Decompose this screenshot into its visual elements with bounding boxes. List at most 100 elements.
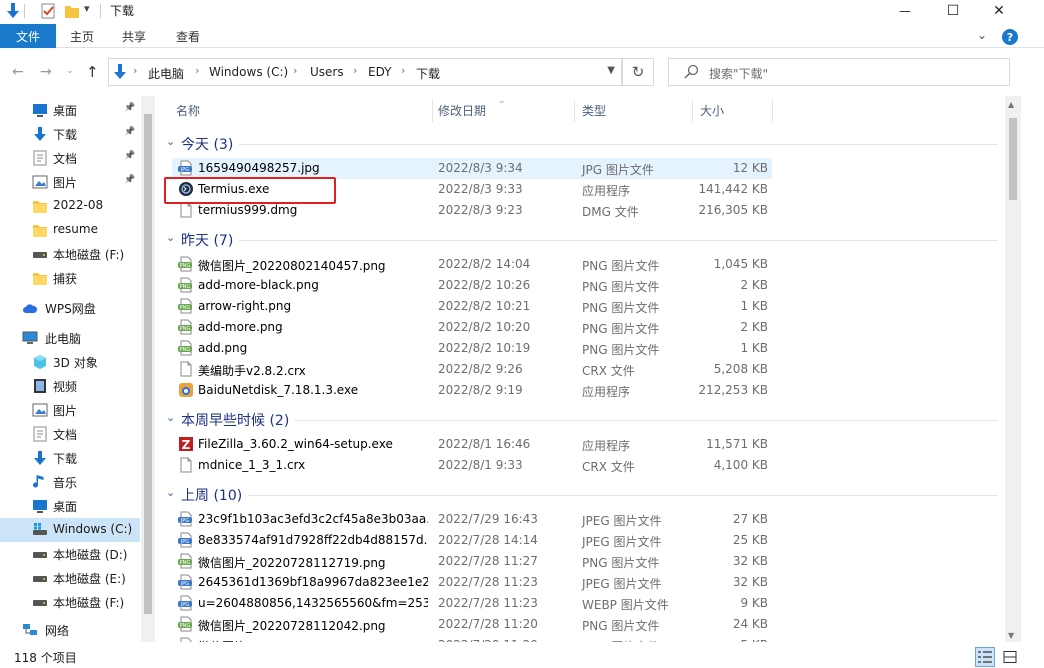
- file-row[interactable]: PNG add-more-black.png 2022/8/2 10:26 PNG 图…: [172, 275, 772, 296]
- file-row[interactable]: JPG u=2604880856,1432565560&fm=253... 2022…: [172, 593, 772, 614]
- nav-item[interactable]: 网络: [0, 618, 140, 642]
- breadcrumb-separator[interactable]: ›: [401, 64, 405, 77]
- nav-item[interactable]: 3D 对象: [0, 350, 140, 374]
- file-row[interactable]: 美编助手v2.8.2.crx 2022/8/2 9:26 CRX 文件 5,208 K…: [172, 359, 772, 380]
- details-view-button[interactable]: [975, 647, 995, 667]
- breadcrumb-this-pc[interactable]: 此电脑: [148, 65, 184, 82]
- nav-item[interactable]: 2022-08: [0, 194, 140, 218]
- search-box[interactable]: 搜索"下载": [668, 58, 1010, 86]
- scroll-up-icon[interactable]: ▲: [1008, 100, 1014, 109]
- pin-icon[interactable]: 📌: [124, 103, 135, 113]
- nav-item[interactable]: Windows (C:): [0, 518, 140, 542]
- file-row[interactable]: JPG 8e833574af91d7928ff22db4d88157d... 202…: [172, 530, 772, 551]
- file-row[interactable]: Z FileZilla_3.60.2_win64-setup.exe 2022/8/…: [172, 434, 772, 455]
- file-row[interactable]: JPG 1659490498257.jpg 2022/8/3 9:34 JPG 图片文…: [172, 158, 772, 179]
- help-icon[interactable]: ?: [1002, 29, 1018, 45]
- refresh-button[interactable]: ↻: [622, 58, 654, 86]
- address-bar[interactable]: › 此电脑 › Windows (C:) › Users › EDY › 下载 …: [108, 58, 622, 86]
- breadcrumb-edy[interactable]: EDY: [368, 65, 392, 79]
- up-arrow-icon[interactable]: ↑: [86, 63, 99, 81]
- new-folder-icon[interactable]: [64, 3, 80, 19]
- nav-item[interactable]: 下载 📌: [0, 122, 140, 146]
- nav-item[interactable]: 视频: [0, 374, 140, 398]
- collapse-chevron-icon[interactable]: ⌄: [166, 486, 175, 499]
- scroll-down-icon[interactable]: ▼: [1008, 631, 1014, 640]
- file-row[interactable]: PNG 微信图片_20220728112042.png 2022/7/28 11:2…: [172, 614, 772, 635]
- forward-arrow-icon[interactable]: →: [40, 64, 52, 80]
- column-header-name[interactable]: 名称: [168, 96, 430, 124]
- back-arrow-icon[interactable]: ←: [12, 64, 24, 80]
- nav-item[interactable]: 捕获: [0, 266, 140, 290]
- close-button[interactable]: ✕: [976, 0, 1022, 22]
- file-row[interactable]: JPG 2645361d1369bf18a9967da823ee1e2... 202…: [172, 572, 772, 593]
- breadcrumb-separator[interactable]: ›: [195, 64, 199, 77]
- nav-item[interactable]: 此电脑: [0, 326, 140, 350]
- column-header-type[interactable]: 类型: [574, 96, 692, 124]
- nav-item[interactable]: 文档 📌: [0, 146, 140, 170]
- download-arrow-icon[interactable]: [6, 3, 20, 19]
- file-row[interactable]: JPG 23c9f1b103ac3efd3c2cf45a8e3b03aa.... 2…: [172, 509, 772, 530]
- collapse-chevron-icon[interactable]: ⌄: [166, 231, 175, 244]
- file-row[interactable]: PNG add.png 2022/8/2 10:19 PNG 图片文件 1 KB: [172, 338, 772, 359]
- file-size: 4,100 KB: [713, 458, 768, 472]
- tab-home[interactable]: 主页: [70, 24, 94, 48]
- nav-scrollbar[interactable]: [141, 96, 155, 642]
- breadcrumb-separator[interactable]: ›: [133, 64, 137, 77]
- file-list-scrollbar-thumb[interactable]: [1009, 118, 1017, 200]
- pin-icon[interactable]: 📌: [124, 175, 135, 185]
- large-icons-view-button[interactable]: [1000, 647, 1020, 667]
- nav-item[interactable]: resume: [0, 218, 140, 242]
- pin-icon[interactable]: 📌: [124, 127, 135, 137]
- file-row[interactable]: PNG 微信图片_20220728112719.png 2022/7/28 11:2…: [172, 551, 772, 572]
- file-row[interactable]: BaiduNetdisk_7.18.1.3.exe 2022/8/2 9:19 应用…: [172, 380, 772, 401]
- nav-item[interactable]: 下载: [0, 446, 140, 470]
- column-header-size[interactable]: 大小: [692, 96, 772, 124]
- group-header[interactable]: ⌄ 今天 (3): [162, 133, 1004, 155]
- file-list-scrollbar[interactable]: ▲ ▼: [1005, 96, 1021, 642]
- breadcrumb-downloads[interactable]: 下载: [416, 65, 440, 82]
- group-header[interactable]: ⌄ 上周 (10): [162, 484, 1004, 506]
- column-divider[interactable]: [772, 100, 773, 122]
- nav-item[interactable]: 图片 📌: [0, 170, 140, 194]
- tab-file[interactable]: 文件: [0, 24, 56, 48]
- nav-item[interactable]: 本地磁盘 (F:): [0, 242, 140, 266]
- column-header-date[interactable]: 修改日期: [430, 96, 572, 124]
- tab-share[interactable]: 共享: [122, 24, 146, 48]
- nav-item[interactable]: 本地磁盘 (E:): [0, 566, 140, 590]
- properties-check-icon[interactable]: [40, 3, 56, 19]
- nav-scrollbar-thumb[interactable]: [144, 114, 152, 614]
- nav-item[interactable]: 图片: [0, 398, 140, 422]
- nav-item[interactable]: 桌面: [0, 494, 140, 518]
- nav-item[interactable]: 桌面 📌: [0, 98, 140, 122]
- file-row[interactable]: PNG add-more.png 2022/8/2 10:20 PNG 图片文件 2 K…: [172, 317, 772, 338]
- file-row[interactable]: PNG 微信图片_20220728112039.png 2022/7/28 11:2…: [172, 635, 772, 642]
- breadcrumb-c-drive[interactable]: Windows (C:): [209, 65, 288, 79]
- file-row[interactable]: PNG 微信图片_20220802140457.png 2022/8/2 14:04…: [172, 254, 772, 275]
- collapse-chevron-icon[interactable]: ⌄: [166, 135, 175, 148]
- breadcrumb-separator[interactable]: ›: [353, 64, 357, 77]
- group-header[interactable]: ⌄ 本周早些时候 (2): [162, 409, 1004, 431]
- nav-item[interactable]: 音乐: [0, 470, 140, 494]
- ribbon-expand-icon[interactable]: ⌄: [977, 28, 987, 42]
- pin-icon[interactable]: 📌: [124, 151, 135, 161]
- nav-item[interactable]: 本地磁盘 (F:): [0, 590, 140, 614]
- breadcrumb-separator[interactable]: ›: [293, 64, 297, 77]
- maximize-button[interactable]: ☐: [930, 0, 976, 22]
- file-row[interactable]: PNG arrow-right.png 2022/8/2 10:21 PNG 图片文件…: [172, 296, 772, 317]
- window-title: 下载: [110, 4, 135, 18]
- nav-item[interactable]: WPS网盘: [0, 296, 140, 320]
- file-row[interactable]: mdnice_1_3_1.crx 2022/8/1 9:33 CRX 文件 4,100…: [172, 455, 772, 476]
- breadcrumb-users[interactable]: Users: [310, 65, 344, 79]
- group-header[interactable]: ⌄ 昨天 (7): [162, 229, 1004, 251]
- address-dropdown-icon[interactable]: ▼: [607, 65, 615, 76]
- collapse-chevron-icon[interactable]: ⌄: [166, 411, 175, 424]
- recent-locations-icon[interactable]: ⌄: [66, 66, 74, 76]
- qat-dropdown-icon[interactable]: ▾: [84, 2, 90, 18]
- nav-item[interactable]: 文档: [0, 422, 140, 446]
- tab-view[interactable]: 查看: [176, 24, 200, 48]
- minimize-button[interactable]: —: [882, 0, 928, 22]
- search-input[interactable]: 搜索"下载": [709, 65, 768, 82]
- nav-item-label: 图片: [53, 176, 78, 190]
- nav-item[interactable]: 本地磁盘 (D:): [0, 542, 140, 566]
- group-divider: [295, 420, 998, 421]
